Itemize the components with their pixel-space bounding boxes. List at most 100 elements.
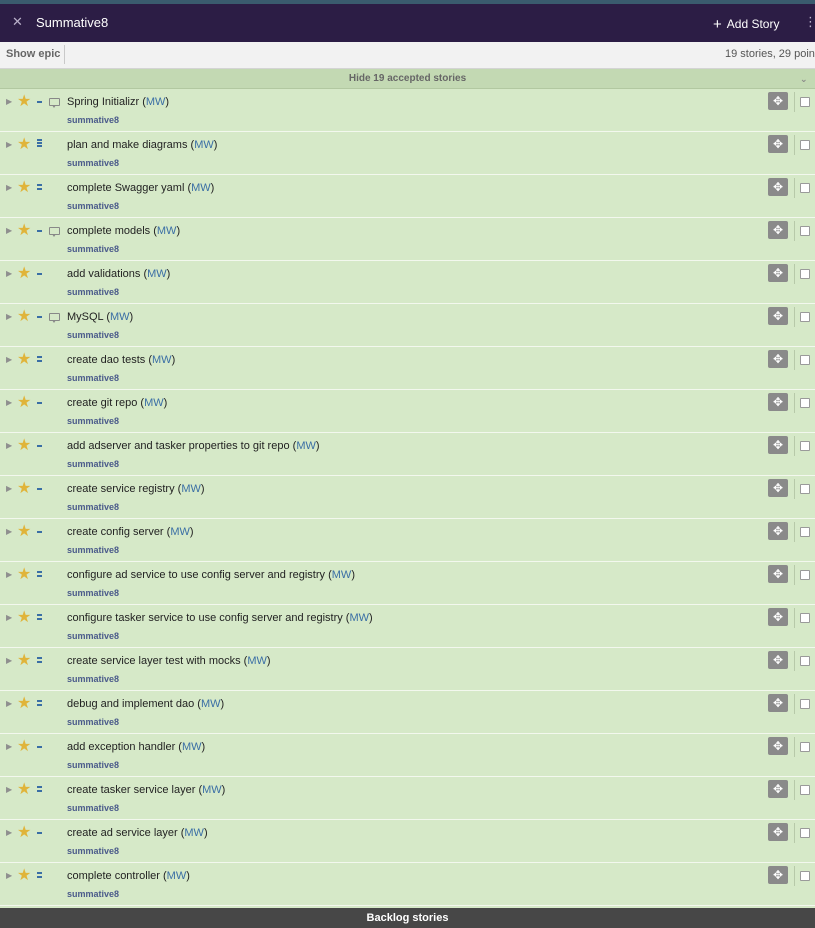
star-icon[interactable]: ★ bbox=[17, 93, 31, 111]
expand-arrow-icon[interactable]: ▶ bbox=[6, 742, 12, 751]
star-icon[interactable]: ★ bbox=[17, 652, 31, 670]
star-icon[interactable]: ★ bbox=[17, 867, 31, 885]
story-checkbox[interactable] bbox=[800, 484, 810, 494]
move-handle-icon[interactable]: ✥ bbox=[768, 221, 788, 239]
star-icon[interactable]: ★ bbox=[17, 265, 31, 283]
story-label[interactable]: summative8 bbox=[67, 201, 119, 211]
story-checkbox[interactable] bbox=[800, 613, 810, 623]
story-checkbox[interactable] bbox=[800, 785, 810, 795]
story-checkbox[interactable] bbox=[800, 226, 810, 236]
move-handle-icon[interactable]: ✥ bbox=[768, 823, 788, 841]
story-label[interactable]: summative8 bbox=[67, 674, 119, 684]
story-owner[interactable]: MW bbox=[167, 870, 187, 882]
story-checkbox[interactable] bbox=[800, 312, 810, 322]
expand-arrow-icon[interactable]: ▶ bbox=[6, 97, 12, 106]
star-icon[interactable]: ★ bbox=[17, 351, 31, 369]
move-handle-icon[interactable]: ✥ bbox=[768, 694, 788, 712]
story-name[interactable]: configure ad service to use config serve… bbox=[67, 569, 355, 581]
story-label[interactable]: summative8 bbox=[67, 760, 119, 770]
story-label[interactable]: summative8 bbox=[67, 803, 119, 813]
story-checkbox[interactable] bbox=[800, 699, 810, 709]
expand-arrow-icon[interactable]: ▶ bbox=[6, 140, 12, 149]
expand-arrow-icon[interactable]: ▶ bbox=[6, 871, 12, 880]
story-label[interactable]: summative8 bbox=[67, 244, 119, 254]
story-row[interactable]: ▶ ★ create service layer test with mocks (… bbox=[0, 648, 815, 691]
story-row[interactable]: ▶ ★ create tasker service layer (MW) summat… bbox=[0, 777, 815, 820]
story-name[interactable]: create dao tests (MW) bbox=[67, 354, 175, 366]
star-icon[interactable]: ★ bbox=[17, 437, 31, 455]
story-name[interactable]: add validations (MW) bbox=[67, 268, 170, 280]
story-label[interactable]: summative8 bbox=[67, 846, 119, 856]
story-checkbox[interactable] bbox=[800, 656, 810, 666]
story-label[interactable]: summative8 bbox=[67, 459, 119, 469]
story-row[interactable]: ▶ ★ configure ad service to use config ser… bbox=[0, 562, 815, 605]
star-icon[interactable]: ★ bbox=[17, 824, 31, 842]
story-row[interactable]: ▶ ★ add validations (MW) summative8 ✥ bbox=[0, 261, 815, 304]
story-row[interactable]: ▶ ★ complete controller (MW) summative8 ✥ bbox=[0, 863, 815, 906]
story-checkbox[interactable] bbox=[800, 527, 810, 537]
star-icon[interactable]: ★ bbox=[17, 609, 31, 627]
story-checkbox[interactable] bbox=[800, 355, 810, 365]
move-handle-icon[interactable]: ✥ bbox=[768, 737, 788, 755]
move-handle-icon[interactable]: ✥ bbox=[768, 350, 788, 368]
close-icon[interactable]: ✕ bbox=[12, 14, 23, 30]
expand-arrow-icon[interactable]: ▶ bbox=[6, 441, 12, 450]
story-owner[interactable]: MW bbox=[182, 741, 202, 753]
show-epic-button[interactable]: Show epic bbox=[2, 45, 66, 64]
move-handle-icon[interactable]: ✥ bbox=[768, 522, 788, 540]
story-owner[interactable]: MW bbox=[202, 784, 222, 796]
story-owner[interactable]: MW bbox=[157, 225, 177, 237]
story-name[interactable]: Spring Initializr (MW) bbox=[67, 96, 169, 108]
story-checkbox[interactable] bbox=[800, 570, 810, 580]
story-owner[interactable]: MW bbox=[201, 698, 221, 710]
move-handle-icon[interactable]: ✥ bbox=[768, 651, 788, 669]
story-owner[interactable]: MW bbox=[181, 483, 201, 495]
story-label[interactable]: summative8 bbox=[67, 588, 119, 598]
story-row[interactable]: ▶ ★ configure tasker service to use config… bbox=[0, 605, 815, 648]
story-checkbox[interactable] bbox=[800, 828, 810, 838]
star-icon[interactable]: ★ bbox=[17, 695, 31, 713]
story-checkbox[interactable] bbox=[800, 398, 810, 408]
story-owner[interactable]: MW bbox=[110, 311, 130, 323]
expand-arrow-icon[interactable]: ▶ bbox=[6, 527, 12, 536]
story-row[interactable]: ▶ ★ complete Swagger yaml (MW) summative8 ✥ bbox=[0, 175, 815, 218]
story-label[interactable]: summative8 bbox=[67, 416, 119, 426]
story-checkbox[interactable] bbox=[800, 871, 810, 881]
story-checkbox[interactable] bbox=[800, 183, 810, 193]
expand-arrow-icon[interactable]: ▶ bbox=[6, 699, 12, 708]
expand-arrow-icon[interactable]: ▶ bbox=[6, 785, 12, 794]
story-row[interactable]: ▶ ★ create git repo (MW) summative8 ✥ bbox=[0, 390, 815, 433]
story-label[interactable]: summative8 bbox=[67, 889, 119, 899]
story-owner[interactable]: MW bbox=[146, 96, 166, 108]
story-label[interactable]: summative8 bbox=[67, 717, 119, 727]
move-handle-icon[interactable]: ✥ bbox=[768, 92, 788, 110]
expand-arrow-icon[interactable]: ▶ bbox=[6, 484, 12, 493]
star-icon[interactable]: ★ bbox=[17, 480, 31, 498]
story-owner[interactable]: MW bbox=[147, 268, 167, 280]
add-story-button[interactable]: + Add Story bbox=[713, 15, 779, 33]
story-label[interactable]: summative8 bbox=[67, 373, 119, 383]
story-label[interactable]: summative8 bbox=[67, 545, 119, 555]
star-icon[interactable]: ★ bbox=[17, 738, 31, 756]
story-name[interactable]: complete Swagger yaml (MW) bbox=[67, 182, 214, 194]
story-owner[interactable]: MW bbox=[296, 440, 316, 452]
backlog-stories-header[interactable]: Backlog stories bbox=[0, 908, 815, 928]
story-checkbox[interactable] bbox=[800, 742, 810, 752]
star-icon[interactable]: ★ bbox=[17, 523, 31, 541]
story-name[interactable]: complete models (MW) bbox=[67, 225, 180, 237]
story-checkbox[interactable] bbox=[800, 97, 810, 107]
expand-arrow-icon[interactable]: ▶ bbox=[6, 828, 12, 837]
expand-arrow-icon[interactable]: ▶ bbox=[6, 355, 12, 364]
move-handle-icon[interactable]: ✥ bbox=[768, 436, 788, 454]
story-row[interactable]: ▶ ★ add exception handler (MW) summative8 ✥ bbox=[0, 734, 815, 777]
story-label[interactable]: summative8 bbox=[67, 115, 119, 125]
story-row[interactable]: ▶ ★ MySQL (MW) summative8 ✥ bbox=[0, 304, 815, 347]
star-icon[interactable]: ★ bbox=[17, 781, 31, 799]
story-row[interactable]: ▶ ★ debug and implement dao (MW) summative8… bbox=[0, 691, 815, 734]
expand-arrow-icon[interactable]: ▶ bbox=[6, 398, 12, 407]
move-handle-icon[interactable]: ✥ bbox=[768, 608, 788, 626]
star-icon[interactable]: ★ bbox=[17, 179, 31, 197]
story-name[interactable]: MySQL (MW) bbox=[67, 311, 133, 323]
story-checkbox[interactable] bbox=[800, 140, 810, 150]
move-handle-icon[interactable]: ✥ bbox=[768, 393, 788, 411]
